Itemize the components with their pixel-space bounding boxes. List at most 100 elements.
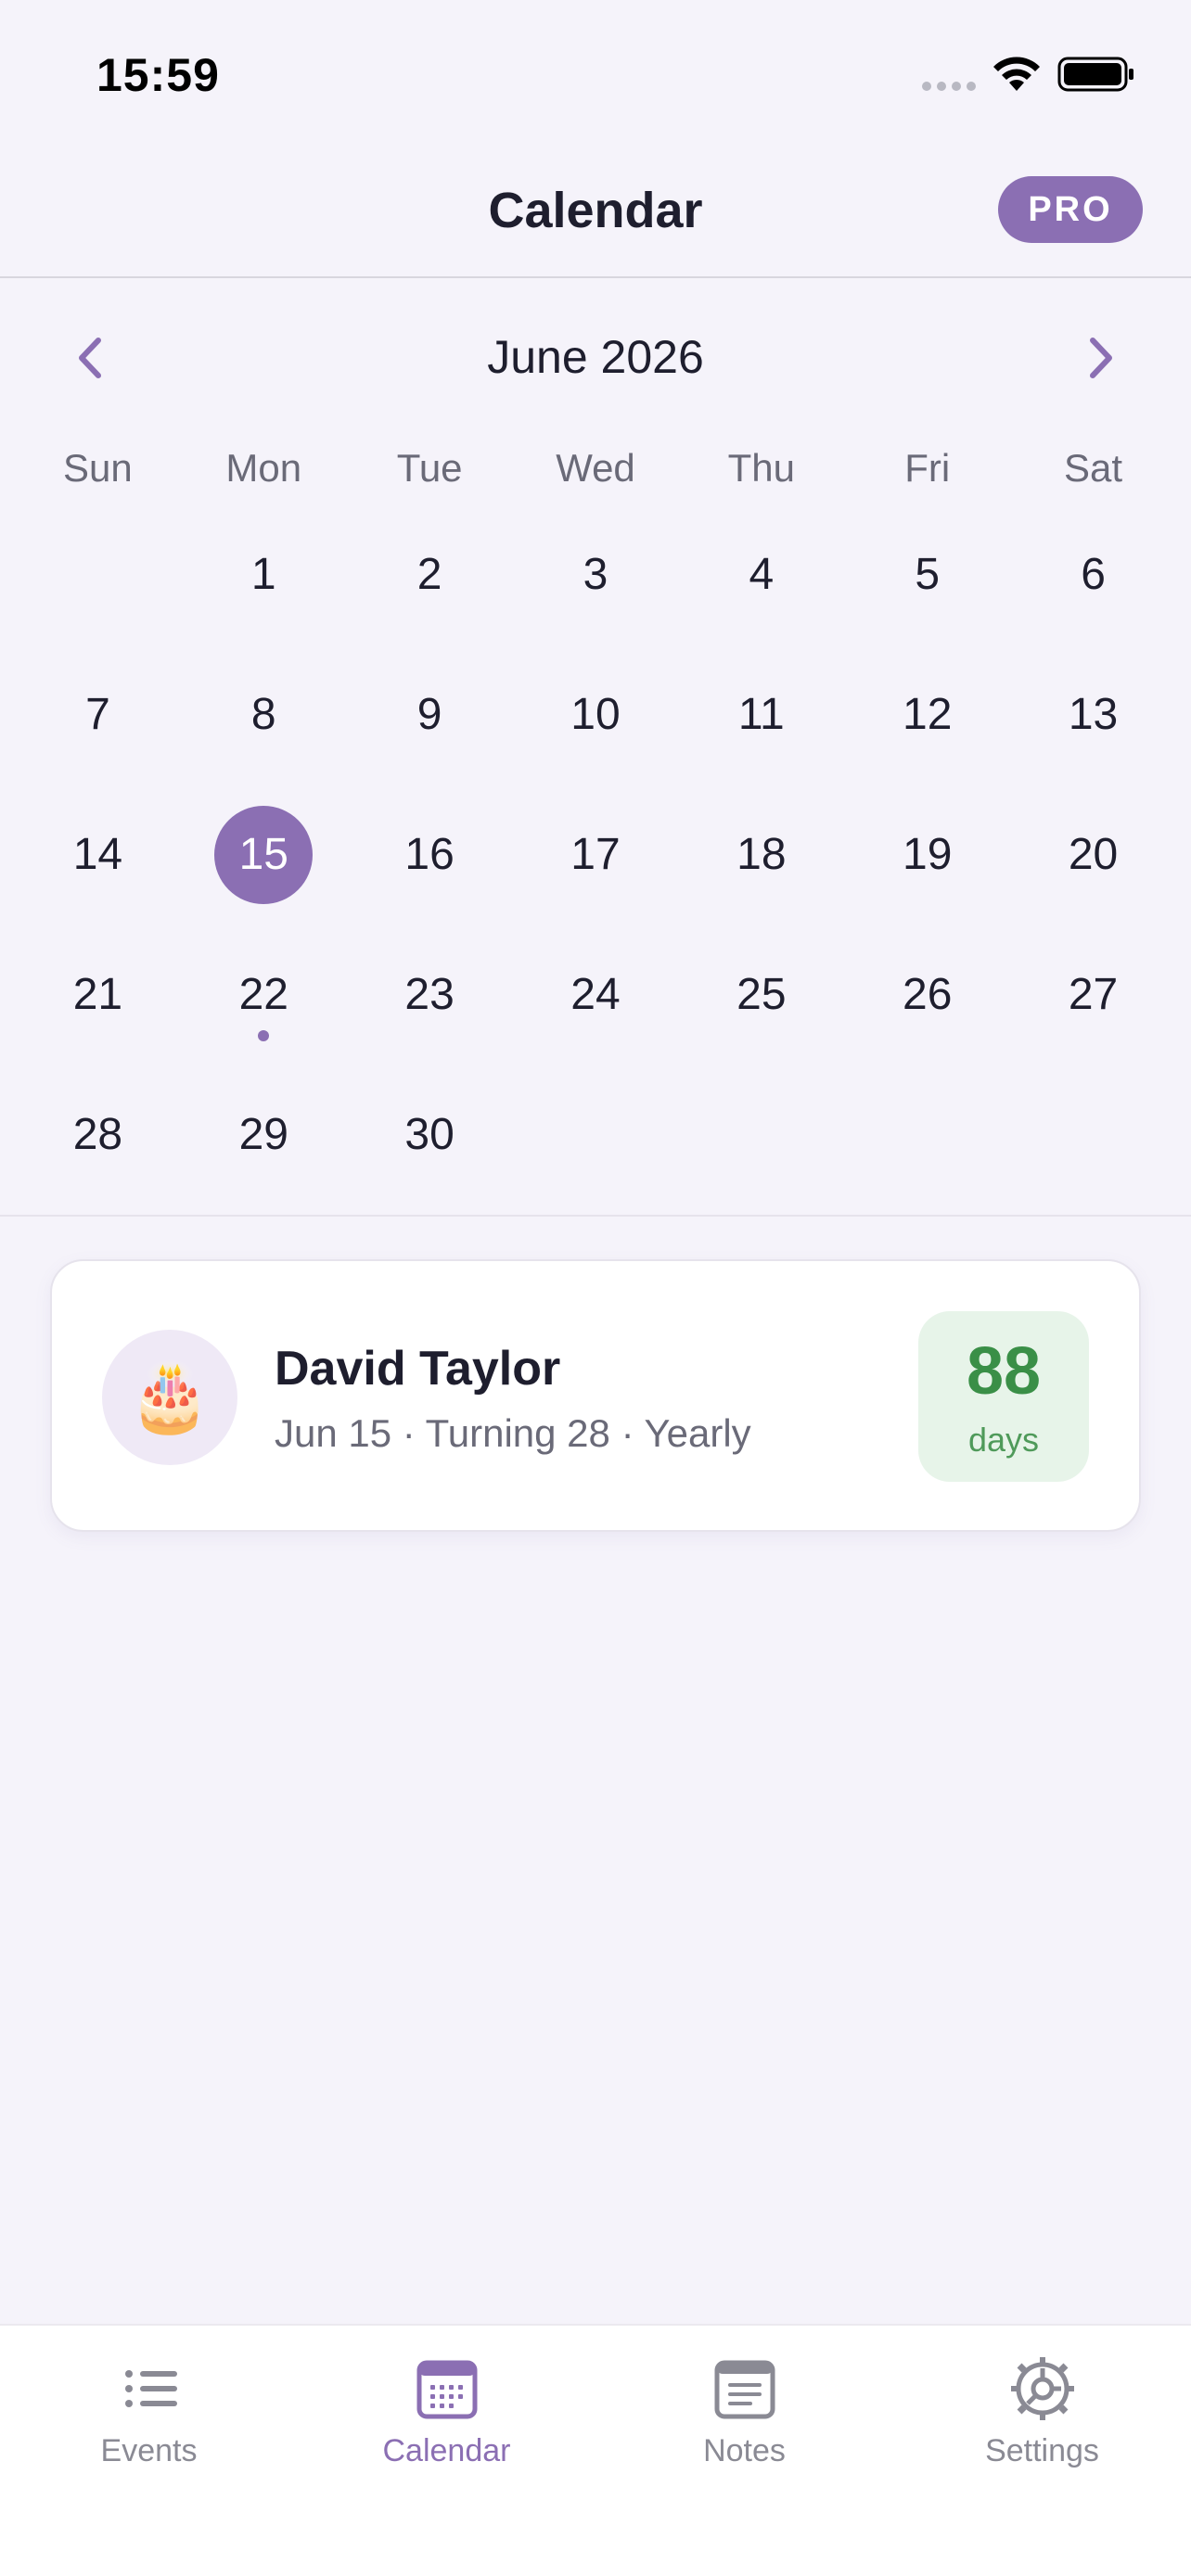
day-number: 1: [250, 550, 276, 599]
day-cell-25[interactable]: 25: [678, 939, 844, 1079]
day-cell-16[interactable]: 16: [347, 799, 513, 939]
tab-calendar[interactable]: Calendar: [298, 2326, 596, 2576]
battery-icon: [1057, 57, 1133, 92]
day-number: 20: [1068, 830, 1119, 879]
day-cell-5[interactable]: 5: [844, 519, 1010, 659]
tab-label: Events: [100, 2433, 198, 2468]
empty-day-cell: [15, 519, 181, 659]
weekday-label: Mon: [225, 446, 302, 490]
event-name: David Taylor: [275, 1342, 561, 1396]
day-number: 19: [903, 830, 953, 879]
day-cell-24[interactable]: 24: [513, 939, 679, 1079]
day-number: 27: [1068, 970, 1119, 1019]
day-cell-14[interactable]: 14: [15, 799, 181, 939]
weekday-label: Sun: [63, 446, 133, 490]
weekday-label: Thu: [727, 446, 796, 490]
day-number: 6: [1081, 550, 1106, 599]
day-cell-15[interactable]: 15: [181, 799, 347, 939]
day-cell-17[interactable]: 17: [513, 799, 679, 939]
day-number: 10: [570, 690, 621, 739]
gear-icon: [1010, 2357, 1074, 2420]
status-bar: 15:59: [0, 0, 1191, 139]
day-number: 30: [404, 1110, 455, 1159]
day-cell-2[interactable]: 2: [347, 519, 513, 659]
day-number: 7: [85, 690, 110, 739]
day-number: 5: [915, 550, 941, 599]
event-avatar: 🎂: [102, 1330, 237, 1465]
day-number: 24: [570, 970, 621, 1019]
day-number: 26: [903, 970, 953, 1019]
tab-notes[interactable]: Notes: [596, 2326, 893, 2576]
weekday-label: Tue: [396, 446, 463, 490]
day-cell-11[interactable]: 11: [678, 659, 844, 799]
day-number: 12: [903, 690, 953, 739]
days-remaining-badge: 88 days: [918, 1311, 1089, 1482]
day-number: 21: [72, 970, 123, 1019]
day-number: 13: [1068, 690, 1119, 739]
pro-button[interactable]: PRO: [998, 176, 1143, 243]
day-cell-22[interactable]: 22: [181, 939, 347, 1079]
day-cell-19[interactable]: 19: [844, 799, 1010, 939]
day-number: 11: [737, 690, 785, 739]
weekday-label: Sat: [1064, 446, 1123, 490]
days-unit: days: [967, 1421, 1040, 1459]
day-cell-27[interactable]: 27: [1010, 939, 1176, 1079]
tab-label: Settings: [985, 2433, 1099, 2468]
month-label: June 2026: [487, 331, 704, 383]
day-number: 8: [250, 690, 276, 739]
day-cell-10[interactable]: 10: [513, 659, 679, 799]
day-cell-28[interactable]: 28: [15, 1079, 181, 1219]
weekday-label: Fri: [904, 446, 951, 490]
event-card[interactable]: 🎂 David Taylor Jun 15 · Turning 28 · Yea…: [50, 1259, 1141, 1532]
chevron-right-icon: [1090, 338, 1112, 378]
tab-events[interactable]: Events: [0, 2326, 298, 2576]
tab-bar: Events Calendar Notes Settings: [0, 2324, 1191, 2576]
tab-label: Calendar: [382, 2433, 511, 2468]
day-number: 22: [238, 970, 288, 1019]
day-cell-23[interactable]: 23: [347, 939, 513, 1079]
day-number: 3: [583, 550, 608, 599]
day-cell-9[interactable]: 9: [347, 659, 513, 799]
day-cell-26[interactable]: 26: [844, 939, 1010, 1079]
day-number: 2: [416, 550, 442, 599]
next-month-button[interactable]: [1076, 332, 1128, 384]
status-time: 15:59: [96, 49, 220, 101]
day-cell-3[interactable]: 3: [513, 519, 679, 659]
day-number: 14: [72, 830, 123, 879]
day-cell-30[interactable]: 30: [347, 1079, 513, 1219]
day-number: 16: [404, 830, 455, 879]
day-cell-18[interactable]: 18: [678, 799, 844, 939]
day-cell-6[interactable]: 6: [1010, 519, 1176, 659]
day-number: 25: [736, 970, 787, 1019]
day-number: 23: [404, 970, 455, 1019]
header: Calendar PRO: [0, 139, 1191, 278]
day-cell-29[interactable]: 29: [181, 1079, 347, 1219]
calendar-grid: 1 2 3 4 5 6 7 8 9 10 11 12 13 14 15 16 17 18 19 20 21 22 23 24 2…: [15, 519, 1176, 1219]
day-cell-8[interactable]: 8: [181, 659, 347, 799]
weekday-header: Sun Mon Tue Wed Thu Fri Sat: [15, 436, 1176, 501]
day-cell-13[interactable]: 13: [1010, 659, 1176, 799]
calendar-icon: [416, 2360, 477, 2419]
selected-day-number: 15: [214, 805, 314, 904]
birthday-cake-icon: 🎂: [128, 1360, 211, 1435]
day-cell-21[interactable]: 21: [15, 939, 181, 1079]
day-number: 17: [570, 830, 621, 879]
day-cell-7[interactable]: 7: [15, 659, 181, 799]
notes-icon: [714, 2360, 775, 2419]
day-cell-1[interactable]: 1: [181, 519, 347, 659]
event-meta: Jun 15 · Turning 28 · Yearly: [275, 1411, 751, 1455]
day-number: 18: [736, 830, 787, 879]
day-number: 4: [749, 550, 775, 599]
day-cell-20[interactable]: 20: [1010, 799, 1176, 939]
day-cell-4[interactable]: 4: [678, 519, 844, 659]
tab-settings[interactable]: Settings: [893, 2326, 1191, 2576]
weekday-label: Wed: [556, 446, 635, 490]
day-number: 28: [72, 1110, 123, 1159]
cellular-signal-icon: [922, 82, 976, 91]
day-number: 9: [416, 690, 442, 739]
tab-label: Notes: [703, 2433, 786, 2468]
day-cell-12[interactable]: 12: [844, 659, 1010, 799]
divider: [0, 1215, 1191, 1217]
day-number: 29: [238, 1110, 288, 1159]
list-icon: [124, 2370, 177, 2407]
